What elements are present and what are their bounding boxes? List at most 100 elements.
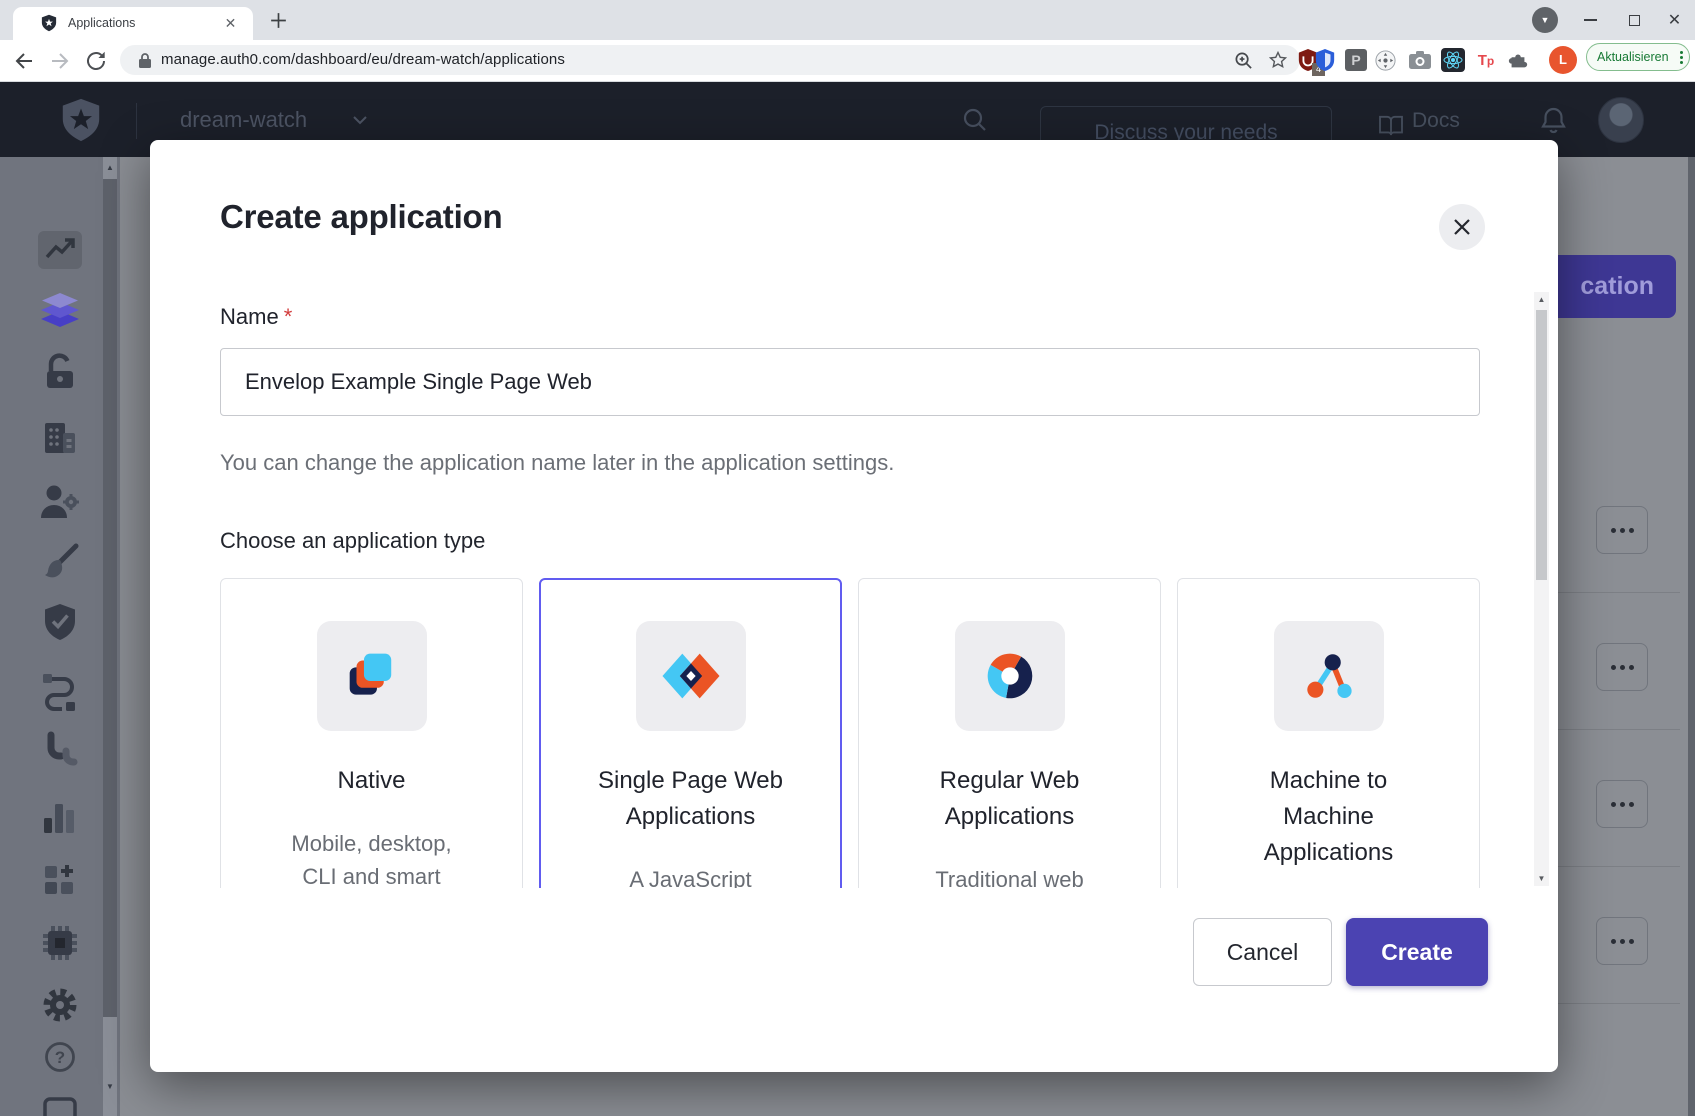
header-divider — [136, 103, 137, 139]
scroll-down-icon[interactable]: ▼ — [1534, 874, 1549, 883]
sidebar-item-branding[interactable] — [0, 542, 120, 582]
url-text[interactable]: manage.auth0.com/dashboard/eu/dream-watc… — [161, 51, 565, 68]
sidebar-item-auth-pipeline[interactable] — [0, 731, 120, 773]
regular-web-donut-icon — [979, 645, 1041, 707]
sidebar-item-extensions[interactable] — [0, 922, 120, 964]
sidebar-item-applications[interactable] — [0, 291, 120, 331]
native-stack-icon — [341, 645, 403, 707]
sidebar-item-activity[interactable] — [0, 230, 120, 270]
sidebar-item-help[interactable]: ? — [0, 1037, 120, 1077]
modal-close-button[interactable] — [1439, 204, 1485, 250]
browser-tab-bar: Applications ✕ ▼ ✕ — [0, 0, 1695, 40]
forward-icon[interactable] — [48, 49, 72, 73]
url-bar[interactable]: manage.auth0.com/dashboard/eu/dream-watc… — [120, 45, 1300, 75]
sidebar-nav: ? ▲ ▼ — [0, 157, 120, 1116]
back-icon[interactable] — [12, 49, 36, 73]
p-extension-icon[interactable]: P — [1342, 46, 1370, 74]
name-help-text: You can change the application name late… — [220, 450, 894, 476]
row-menu-button[interactable] — [1596, 643, 1648, 691]
tab-title: Applications — [68, 16, 135, 30]
required-marker: * — [284, 304, 293, 329]
chrome-update-button[interactable]: Aktualisieren — [1586, 43, 1690, 71]
picker-tool-icon[interactable] — [1371, 46, 1399, 74]
sidebar-item-partial[interactable] — [0, 1095, 120, 1116]
sidebar-item-actions[interactable] — [0, 669, 120, 711]
row-menu-button[interactable] — [1596, 917, 1648, 965]
chrome-profile-caret-icon[interactable]: ▼ — [1532, 7, 1558, 33]
sidebar-item-authentication[interactable] — [0, 352, 120, 392]
update-label: Aktualisieren — [1597, 50, 1669, 64]
docs-link[interactable]: Docs — [1412, 109, 1460, 133]
puzzle-icon[interactable] — [1504, 46, 1532, 74]
row-menu-button[interactable] — [1596, 780, 1648, 828]
create-button[interactable]: Create — [1346, 918, 1488, 986]
card-machine-to-machine[interactable]: Machine to Machine Applications — [1177, 578, 1480, 888]
sidebar-scrollbar[interactable]: ▲ ▼ — [103, 157, 117, 1116]
card-native[interactable]: Native Mobile, desktop, CLI and smart — [220, 578, 523, 888]
application-type-cards: Native Mobile, desktop, CLI and smart Si… — [220, 578, 1480, 888]
application-name-input[interactable] — [220, 348, 1480, 416]
row-divider — [1558, 592, 1680, 593]
sidebar-item-monitoring[interactable] — [0, 797, 120, 837]
new-tab-icon[interactable] — [268, 10, 289, 31]
scroll-down-icon[interactable]: ▼ — [103, 1082, 117, 1091]
page-scrollbar[interactable] — [1688, 157, 1695, 1116]
create-application-button-fragment[interactable]: cation — [1540, 255, 1676, 318]
card-label: Regular Web Applications — [910, 763, 1110, 835]
browser-profile-avatar[interactable]: L — [1549, 46, 1577, 74]
spa-diamond-icon — [660, 645, 722, 707]
cancel-button[interactable]: Cancel — [1193, 918, 1332, 986]
svg-text:?: ? — [55, 1048, 65, 1067]
sidebar-scroll-thumb[interactable] — [103, 179, 117, 1017]
sidebar-item-security[interactable] — [0, 602, 120, 642]
row-divider — [1558, 729, 1680, 730]
bitwarden-icon[interactable] — [1311, 46, 1339, 74]
scroll-up-icon[interactable]: ▲ — [1534, 295, 1549, 304]
scroll-up-icon[interactable]: ▲ — [103, 163, 117, 172]
kebab-menu-icon[interactable] — [1680, 51, 1684, 66]
browser-tab[interactable]: Applications ✕ — [13, 7, 253, 40]
sidebar-item-organizations[interactable] — [0, 417, 120, 457]
window-minimize-button[interactable] — [1568, 0, 1612, 40]
bell-icon[interactable] — [1540, 106, 1567, 135]
sidebar-item-marketplace[interactable] — [0, 859, 120, 901]
row-menu-button[interactable] — [1596, 506, 1648, 554]
screen: Applications ✕ ▼ ✕ manage.auth0.com/dash… — [0, 0, 1695, 1116]
card-description: A JavaScript — [596, 863, 786, 888]
name-label: Name* — [220, 304, 292, 330]
user-avatar[interactable] — [1598, 97, 1644, 143]
sidebar-item-user-management[interactable] — [0, 482, 120, 522]
tp-extension-icon[interactable]: Tp — [1472, 46, 1500, 74]
sidebar-item-settings[interactable] — [0, 984, 120, 1026]
card-regular-web[interactable]: Regular Web Applications Traditional web — [858, 578, 1161, 888]
modal-scroll-thumb[interactable] — [1536, 310, 1547, 580]
card-single-page-web[interactable]: Single Page Web Applications A JavaScrip… — [539, 578, 842, 888]
chevron-down-icon[interactable] — [352, 115, 368, 125]
auth0-logo[interactable] — [58, 97, 104, 143]
card-icon-tile — [317, 621, 427, 731]
bookmark-star-icon[interactable] — [1268, 50, 1288, 70]
reload-icon[interactable] — [84, 49, 108, 73]
zoom-icon[interactable] — [1234, 51, 1253, 70]
row-divider — [1558, 1003, 1680, 1004]
modal-scrollbar[interactable]: ▲ ▼ — [1534, 292, 1549, 886]
card-description: Traditional web — [915, 863, 1105, 888]
book-icon — [1378, 115, 1404, 137]
card-label: Single Page Web Applications — [591, 763, 791, 835]
browser-toolbar: manage.auth0.com/dashboard/eu/dream-watc… — [0, 40, 1695, 82]
window-maximize-button[interactable] — [1612, 0, 1656, 40]
card-description: Mobile, desktop, CLI and smart — [277, 827, 467, 888]
search-icon[interactable] — [962, 107, 988, 133]
camera-icon[interactable] — [1406, 46, 1434, 74]
tenant-switcher[interactable]: dream-watch — [180, 107, 307, 133]
close-icon — [1452, 217, 1472, 237]
application-type-heading: Choose an application type — [220, 528, 485, 554]
react-devtools-icon[interactable] — [1439, 46, 1467, 74]
window-close-button[interactable]: ✕ — [1654, 0, 1695, 40]
auth0-favicon-icon — [40, 14, 58, 32]
card-icon-tile — [955, 621, 1065, 731]
card-icon-tile — [1274, 621, 1384, 731]
tab-close-icon[interactable]: ✕ — [221, 14, 240, 33]
card-label: Native — [272, 763, 472, 799]
m2m-nodes-icon — [1298, 645, 1360, 707]
